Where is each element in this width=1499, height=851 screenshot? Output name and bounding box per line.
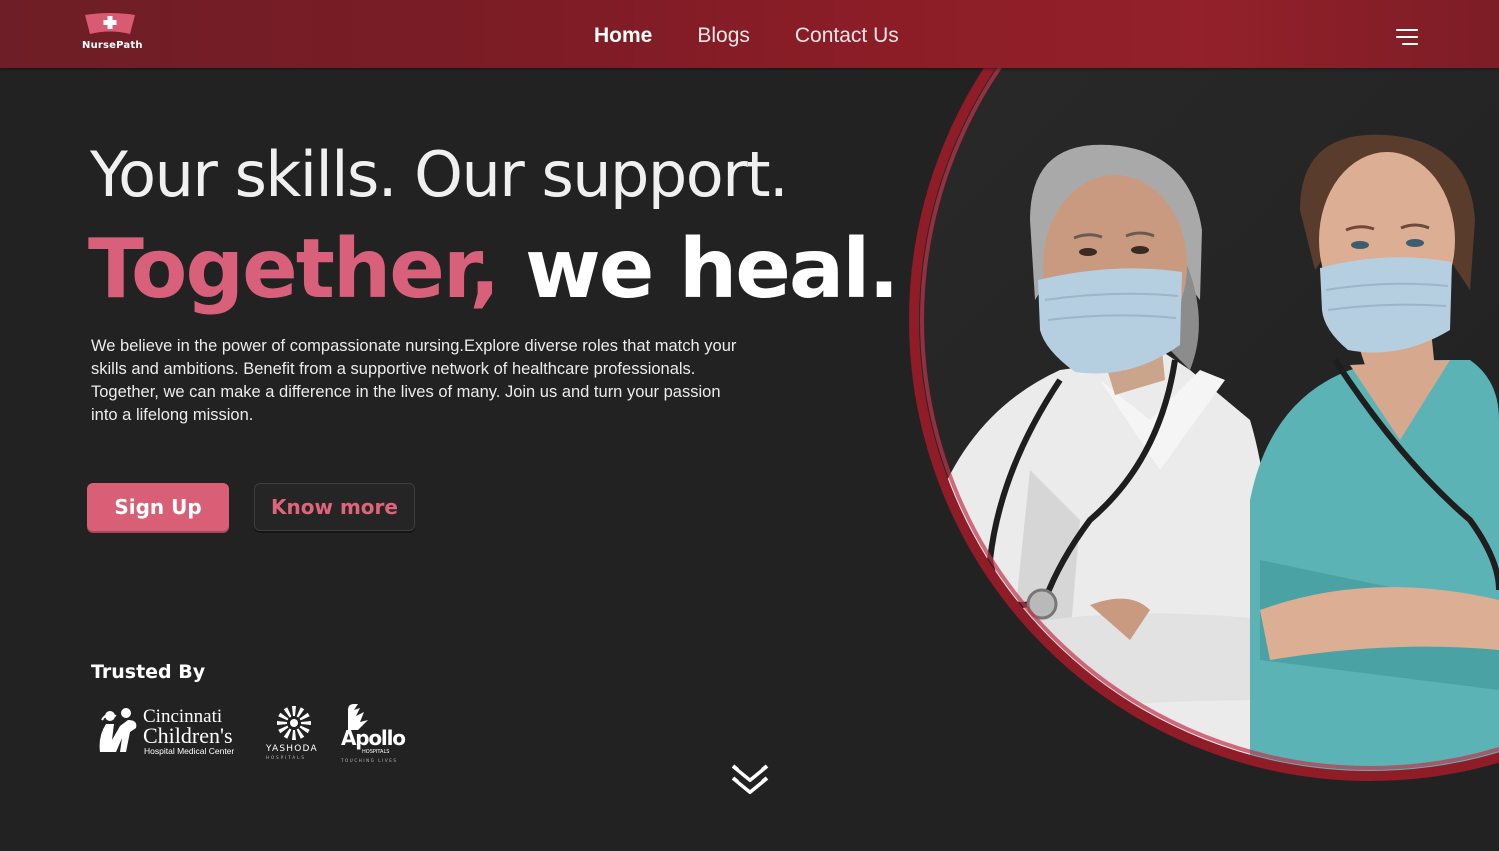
hero-description: We believe in the power of compassionate… bbox=[91, 337, 737, 424]
know-more-button[interactable]: Know more bbox=[254, 483, 415, 531]
double-chevron-down-icon[interactable] bbox=[729, 762, 771, 800]
nav-blogs[interactable]: Blogs bbox=[697, 22, 750, 50]
hero-nurses-image bbox=[909, 0, 1499, 781]
hero-headline-line2: Together, we heal. bbox=[88, 222, 900, 317]
partner-logo-apollo: Apollo HOSPITALS TOUCHING LIVES bbox=[340, 702, 406, 764]
nav-contact-us[interactable]: Contact Us bbox=[795, 22, 899, 50]
children-figure-icon bbox=[99, 708, 137, 752]
main-nav: Home Blogs Contact Us bbox=[594, 22, 899, 50]
hamburger-menu-icon[interactable] bbox=[1396, 28, 1418, 46]
apollo-hospitals-text: HOSPITALS bbox=[362, 749, 390, 755]
hospital-medical-center-text: Hospital Medical Center bbox=[144, 746, 235, 756]
nav-home[interactable]: Home bbox=[594, 22, 652, 50]
logo-wordmark: NursePath bbox=[82, 40, 143, 51]
yashoda-flower-icon bbox=[277, 706, 311, 740]
trusted-by-heading: Trusted By bbox=[91, 661, 206, 683]
hero-headline-line1: Your skills. Our support. bbox=[90, 138, 789, 211]
apollo-text: Apollo bbox=[341, 726, 406, 750]
partner-logo-cincinnati-childrens: Cincinnati Children's Hospital Medical C… bbox=[96, 704, 246, 760]
hero-headline-accent: Together, bbox=[88, 222, 500, 317]
nursepath-logo[interactable]: NursePath bbox=[82, 10, 142, 56]
apollo-tagline-text: TOUCHING LIVES bbox=[341, 758, 398, 763]
yashoda-text: YASHODA bbox=[266, 744, 318, 754]
partner-logo-yashoda: YASHODA HOSPITALS bbox=[264, 704, 326, 760]
site-header: NursePath Home Blogs Contact Us bbox=[0, 0, 1499, 68]
nurse-cap-icon bbox=[85, 13, 135, 34]
yashoda-hospitals-text: HOSPITALS bbox=[266, 755, 306, 760]
hero-headline-rest: we heal. bbox=[498, 222, 900, 317]
sign-up-button[interactable]: Sign Up bbox=[87, 483, 229, 531]
